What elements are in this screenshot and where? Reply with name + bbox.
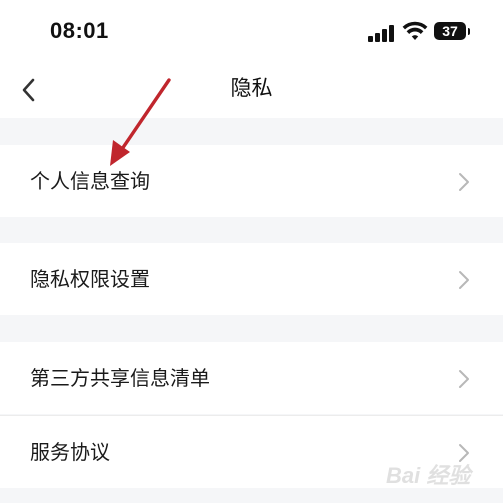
menu-item-label: 隐私权限设置 bbox=[30, 267, 150, 291]
chevron-right-icon bbox=[459, 271, 469, 289]
nav-bar: 隐私 bbox=[0, 62, 503, 118]
chevron-right-icon bbox=[459, 173, 469, 191]
menu-item-privacy-permission-settings[interactable]: 隐私权限设置 bbox=[0, 243, 503, 315]
battery-icon: 37 bbox=[434, 22, 470, 40]
back-button[interactable] bbox=[8, 70, 48, 110]
status-bar: 08:01 37 bbox=[0, 0, 503, 62]
wifi-icon bbox=[402, 21, 428, 40]
chevron-left-icon bbox=[22, 78, 35, 102]
menu-item-label: 服务协议 bbox=[30, 440, 110, 464]
chevron-right-icon bbox=[459, 370, 469, 388]
menu-item-personal-info-query[interactable]: 个人信息查询 bbox=[0, 145, 503, 217]
page-title: 隐私 bbox=[230, 76, 273, 100]
menu-item-third-party-sharing-list[interactable]: 第三方共享信息清单 bbox=[0, 342, 503, 414]
watermark-text: Bai 经验 bbox=[386, 463, 471, 488]
signal-icon bbox=[368, 24, 394, 42]
watermark: Bai 经验 bbox=[384, 452, 498, 496]
menu-item-label: 个人信息查询 bbox=[30, 169, 150, 193]
menu-item-label: 第三方共享信息清单 bbox=[30, 366, 210, 390]
status-time: 08:01 bbox=[50, 18, 109, 43]
